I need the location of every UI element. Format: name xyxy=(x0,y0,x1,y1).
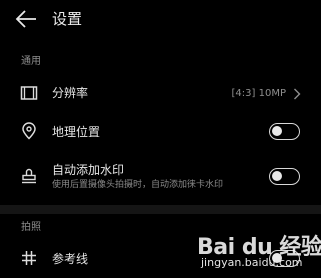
grid-hash-icon xyxy=(22,251,36,265)
resolution-value: [4:3] 10MP xyxy=(231,88,286,99)
gridlines-toggle[interactable] xyxy=(269,250,300,267)
section-label-shooting: 拍照 xyxy=(21,222,41,233)
watermark-toggle[interactable] xyxy=(269,168,300,185)
film-frame-icon xyxy=(20,86,38,100)
location-pin-icon xyxy=(22,122,36,140)
watermark-description: 使用后置摄像头拍摄时，自动添加徕卡水印 xyxy=(52,180,224,190)
location-row[interactable]: 地理位置 xyxy=(0,119,321,145)
section-label-general: 通用 xyxy=(21,56,41,67)
resolution-row[interactable]: 分辨率 [4:3] 10MP xyxy=(0,80,321,106)
stamp-icon xyxy=(22,168,36,184)
section-divider xyxy=(0,205,321,214)
toggle-knob xyxy=(272,253,282,263)
watermark-label: 自动添加水印 xyxy=(52,163,125,177)
location-toggle[interactable] xyxy=(269,123,300,140)
toggle-knob xyxy=(272,171,282,181)
watermark-row[interactable]: 自动添加水印 使用后置摄像头拍摄时，自动添加徕卡水印 xyxy=(0,160,321,194)
app-header: 设置 xyxy=(0,0,321,40)
arrow-left-icon[interactable] xyxy=(14,8,38,30)
location-label: 地理位置 xyxy=(52,125,101,139)
gridlines-row[interactable]: 参考线 xyxy=(0,246,321,272)
resolution-label: 分辨率 xyxy=(52,86,89,100)
gridlines-label: 参考线 xyxy=(52,252,89,266)
page-title: 设置 xyxy=(52,10,83,28)
chevron-right-icon xyxy=(294,88,301,100)
toggle-knob xyxy=(272,126,282,136)
